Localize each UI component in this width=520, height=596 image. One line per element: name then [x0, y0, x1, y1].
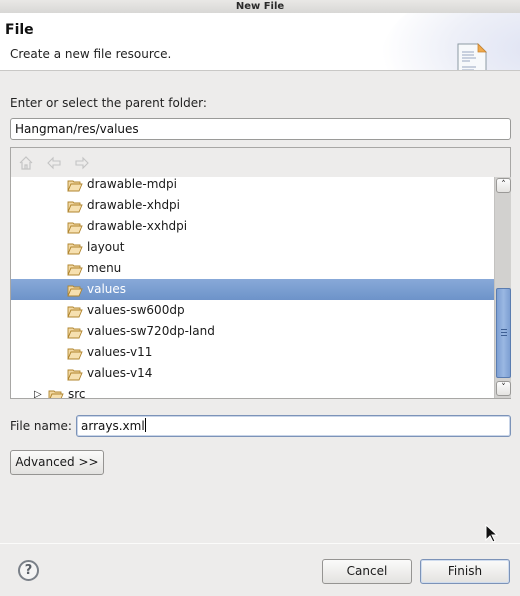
tree-item-label: values-sw600dp — [87, 303, 185, 317]
cancel-button[interactable]: Cancel — [322, 559, 412, 584]
window-title-bar: New File — [0, 0, 520, 13]
tree-item[interactable]: values-sw720dp-land — [11, 321, 494, 342]
tree-item-label: values-sw720dp-land — [87, 324, 215, 338]
tree-item[interactable]: values-v14 — [11, 363, 494, 384]
tree-item[interactable]: menu — [11, 258, 494, 279]
folder-icon — [67, 283, 83, 297]
folder-tree-panel: drawable-mdpi drawable-xhdpi drawable-xxhd… — [10, 147, 511, 399]
folder-icon — [67, 262, 83, 276]
mouse-pointer-icon — [485, 524, 499, 543]
folder-tree[interactable]: drawable-mdpi drawable-xhdpi drawable-xxhd… — [11, 177, 494, 398]
tree-item[interactable]: layout — [11, 237, 494, 258]
help-icon[interactable]: ? — [18, 560, 39, 581]
folder-icon — [67, 346, 83, 360]
file-name-label: File name: — [10, 419, 72, 433]
banner-decoration — [380, 13, 520, 70]
tree-item[interactable]: values — [11, 279, 494, 300]
banner-description: Create a new file resource. — [10, 47, 172, 61]
tree-item[interactable]: values-v11 — [11, 342, 494, 363]
tree-item-label: values-v14 — [87, 366, 153, 380]
tree-item[interactable]: ▷ src — [11, 384, 494, 398]
tree-item-label: layout — [87, 240, 125, 254]
finish-button[interactable]: Finish — [420, 559, 510, 584]
scrollbar-thumb[interactable] — [496, 288, 511, 378]
tree-toolbar — [11, 148, 510, 177]
scroll-up-button[interactable]: ˄ — [496, 178, 511, 193]
parent-folder-input[interactable]: Hangman/res/values — [10, 118, 511, 140]
scroll-down-button[interactable]: ˅ — [496, 381, 511, 396]
folder-icon — [67, 199, 83, 213]
tree-item-label: drawable-mdpi — [87, 177, 177, 191]
file-name-value: arrays.xml — [81, 419, 145, 433]
tree-item-label: values-v11 — [87, 345, 153, 359]
tree-item-label: menu — [87, 261, 122, 275]
new-file-document-icon — [457, 43, 487, 70]
tree-vertical-scrollbar[interactable]: ˄ ˅ — [494, 177, 511, 398]
folder-icon — [67, 304, 83, 318]
tree-item-label: drawable-xhdpi — [87, 198, 181, 212]
advanced-button[interactable]: Advanced >> — [10, 450, 104, 475]
folder-icon — [67, 241, 83, 255]
scrollbar-grip — [501, 329, 507, 337]
window-title: New File — [235, 1, 285, 12]
footer-separator — [0, 543, 520, 544]
folder-icon — [48, 388, 64, 398]
parent-folder-label: Enter or select the parent folder: — [10, 96, 207, 110]
tree-item-label: src — [68, 387, 86, 398]
tree-item-label: drawable-xxhdpi — [87, 219, 188, 233]
expand-arrow-icon[interactable]: ▷ — [34, 384, 42, 398]
tree-item[interactable]: values-sw600dp — [11, 300, 494, 321]
parent-folder-value: Hangman/res/values — [15, 122, 139, 136]
tree-item[interactable]: drawable-xhdpi — [11, 195, 494, 216]
text-caret — [144, 418, 146, 432]
tree-item[interactable]: drawable-xxhdpi — [11, 216, 494, 237]
wizard-banner: File Create a new file resource. — [0, 13, 520, 71]
folder-icon — [67, 325, 83, 339]
back-arrow-icon[interactable] — [46, 155, 62, 171]
forward-arrow-icon[interactable] — [74, 155, 90, 171]
tree-item-label: values — [87, 282, 127, 296]
home-icon[interactable] — [18, 155, 34, 171]
tree-item[interactable]: drawable-mdpi — [11, 177, 494, 195]
file-name-input[interactable]: arrays.xml — [76, 415, 511, 437]
folder-icon — [67, 178, 83, 192]
folder-icon — [67, 220, 83, 234]
banner-title: File — [5, 22, 34, 38]
folder-icon — [67, 367, 83, 381]
